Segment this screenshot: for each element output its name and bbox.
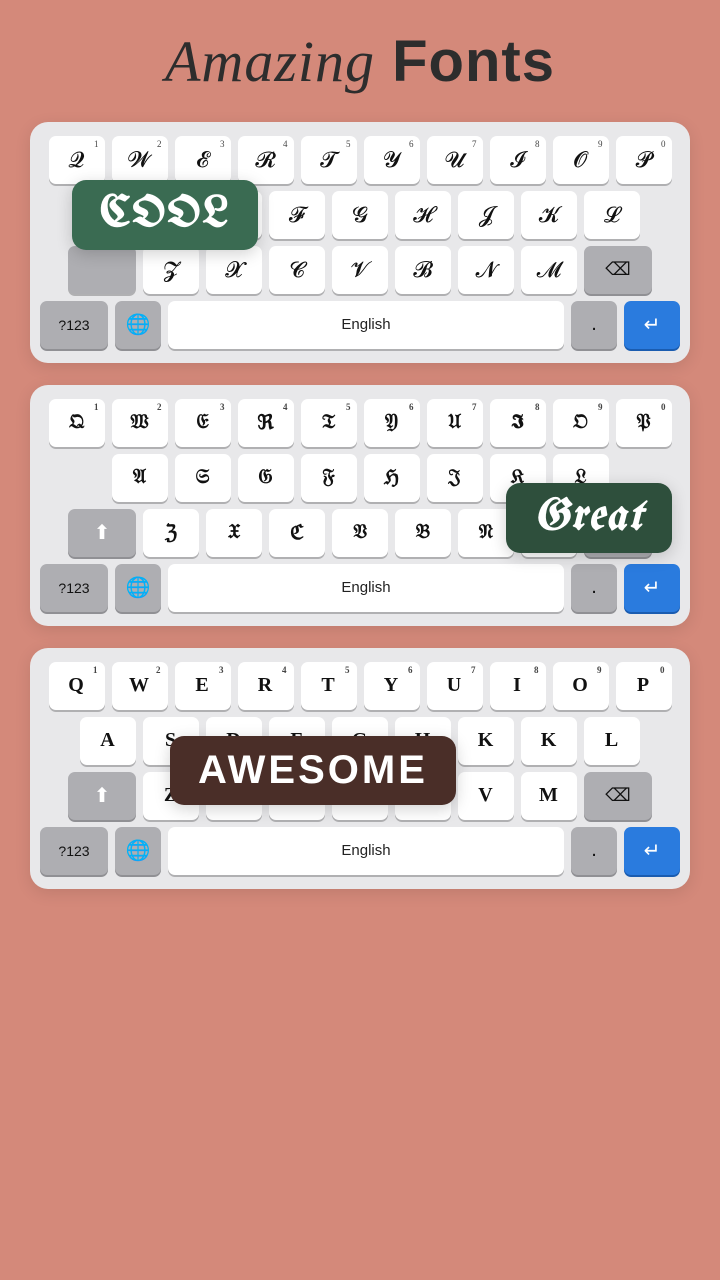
kbd-row-1-k3: 1Q 2W 3E 4R 5T 6Y 7U 8I 9O 0P [40, 662, 680, 710]
key-shift-2[interactable]: ⬆ [68, 509, 136, 557]
key-num-1[interactable]: ?123 [40, 301, 108, 349]
key-j-2[interactable]: 𝔍 [427, 454, 483, 502]
key-a-2[interactable]: 𝔄 [112, 454, 168, 502]
key-w[interactable]: 2𝓦 [112, 136, 168, 184]
badge-awesome: AWESOME [170, 736, 456, 805]
key-i-3[interactable]: 8I [490, 662, 546, 710]
key-k[interactable]: 𝓚 [521, 191, 577, 239]
key-delete-3[interactable]: ⌫ [584, 772, 652, 820]
key-m[interactable]: 𝓜 [521, 246, 577, 294]
key-y[interactable]: 6𝓨 [364, 136, 420, 184]
key-e-2[interactable]: 3𝔈 [175, 399, 231, 447]
key-num-3[interactable]: ?123 [40, 827, 108, 875]
keyboard-card-2: Great 1𝔔 2𝔚 3𝔈 4ℜ 5𝔗 6𝔜 7𝔘 8𝕴 9𝔒 0𝔓 𝔄 𝔖 … [30, 385, 690, 626]
key-space-3[interactable]: English [168, 827, 564, 875]
key-l[interactable]: 𝓛 [584, 191, 640, 239]
key-p-2[interactable]: 0𝔓 [616, 399, 672, 447]
key-t-2[interactable]: 5𝔗 [301, 399, 357, 447]
title-cursive: Amazing [165, 29, 375, 94]
key-q-2[interactable]: 1𝔔 [49, 399, 105, 447]
kbd-bottom-2: ?123 🌐 English . ↵ [40, 564, 680, 612]
key-o[interactable]: 9𝓞 [553, 136, 609, 184]
key-e-3[interactable]: 3E [175, 662, 231, 710]
key-b-2[interactable]: 𝔅 [395, 509, 451, 557]
key-dot-1[interactable]: . [571, 301, 617, 349]
badge-great: Great [506, 483, 672, 553]
keyboard-card-3: AWESOME 1Q 2W 3E 4R 5T 6Y 7U 8I 9O 0P A … [30, 648, 690, 889]
key-n-3[interactable]: V [458, 772, 514, 820]
key-n[interactable]: 𝓝 [458, 246, 514, 294]
key-e[interactable]: 3𝓔 [175, 136, 231, 184]
key-a-3[interactable]: A [80, 717, 136, 765]
key-j[interactable]: 𝓙 [458, 191, 514, 239]
key-globe-1[interactable]: 🌐 [115, 301, 161, 349]
key-delete-1[interactable]: ⌫ [584, 246, 652, 294]
key-r-2[interactable]: 4ℜ [238, 399, 294, 447]
key-p-3[interactable]: 0P [616, 662, 672, 710]
kbd-bottom-3: ?123 🌐 English . ↵ [40, 827, 680, 875]
key-h-2[interactable]: ℌ [364, 454, 420, 502]
key-u-2[interactable]: 7𝔘 [427, 399, 483, 447]
key-enter-1[interactable]: ↵ [624, 301, 680, 349]
key-shift-3[interactable]: ⬆ [68, 772, 136, 820]
key-u[interactable]: 7𝓤 [427, 136, 483, 184]
key-r-3[interactable]: 4R [238, 662, 294, 710]
key-space-1[interactable]: English [168, 301, 564, 349]
key-globe-3[interactable]: 🌐 [115, 827, 161, 875]
key-h[interactable]: 𝓗 [395, 191, 451, 239]
title-bold: Fonts [392, 29, 555, 94]
key-z[interactable]: 𝓩 [143, 246, 199, 294]
key-y-2[interactable]: 6𝔜 [364, 399, 420, 447]
badge-cool: COOL [72, 180, 258, 250]
key-dot-3[interactable]: . [571, 827, 617, 875]
kbd-row-1: 1𝓠 2𝓦 3𝓔 4𝓡 5𝓣 6𝓨 7𝓤 8𝓘 9𝓞 0𝓟 [40, 136, 680, 184]
key-g-2[interactable]: 𝔊 [238, 454, 294, 502]
key-space-2[interactable]: English [168, 564, 564, 612]
key-p[interactable]: 0𝓟 [616, 136, 672, 184]
key-v[interactable]: 𝓥 [332, 246, 388, 294]
key-q-3[interactable]: 1Q [49, 662, 105, 710]
key-i-2[interactable]: 8𝕴 [490, 399, 546, 447]
key-q[interactable]: 1𝓠 [49, 136, 105, 184]
key-s-2[interactable]: 𝔖 [175, 454, 231, 502]
key-c-2[interactable]: ℭ [269, 509, 325, 557]
key-f-2[interactable]: 𝔉 [301, 454, 357, 502]
key-t-3[interactable]: 5T [301, 662, 357, 710]
key-b[interactable]: 𝓑 [395, 246, 451, 294]
key-enter-3[interactable]: ↵ [624, 827, 680, 875]
key-shift-1[interactable] [68, 246, 136, 294]
key-g[interactable]: 𝓖 [332, 191, 388, 239]
key-k-3[interactable]: K [521, 717, 577, 765]
kbd-row-1-k2: 1𝔔 2𝔚 3𝔈 4ℜ 5𝔗 6𝔜 7𝔘 8𝕴 9𝔒 0𝔓 [40, 399, 680, 447]
key-x-2[interactable]: 𝔛 [206, 509, 262, 557]
key-o-3[interactable]: 9O [553, 662, 609, 710]
key-j-3[interactable]: K [458, 717, 514, 765]
key-w-2[interactable]: 2𝔚 [112, 399, 168, 447]
kbd-row-3: 𝓩 𝓧 𝓒 𝓥 𝓑 𝓝 𝓜 ⌫ [40, 246, 680, 294]
key-f[interactable]: 𝓕 [269, 191, 325, 239]
key-o-2[interactable]: 9𝔒 [553, 399, 609, 447]
key-x[interactable]: 𝓧 [206, 246, 262, 294]
key-globe-2[interactable]: 🌐 [115, 564, 161, 612]
key-l-3[interactable]: L [584, 717, 640, 765]
key-y-3[interactable]: 6Y [364, 662, 420, 710]
key-c[interactable]: 𝓒 [269, 246, 325, 294]
key-num-2[interactable]: ?123 [40, 564, 108, 612]
key-i[interactable]: 8𝓘 [490, 136, 546, 184]
key-w-3[interactable]: 2W [112, 662, 168, 710]
kbd-bottom-1: ?123 🌐 English . ↵ [40, 301, 680, 349]
page-title: Amazing Fonts [165, 30, 555, 94]
key-enter-2[interactable]: ↵ [624, 564, 680, 612]
key-z-2[interactable]: ℨ [143, 509, 199, 557]
keyboard-card-1: COOL 1𝓠 2𝓦 3𝓔 4𝓡 5𝓣 6𝓨 7𝓤 8𝓘 9𝓞 0𝓟 𝓐 𝓢 𝓓… [30, 122, 690, 363]
key-r[interactable]: 4𝓡 [238, 136, 294, 184]
key-m-3[interactable]: M [521, 772, 577, 820]
key-t[interactable]: 5𝓣 [301, 136, 357, 184]
key-v-2[interactable]: 𝔙 [332, 509, 388, 557]
key-dot-2[interactable]: . [571, 564, 617, 612]
key-u-3[interactable]: 7U [427, 662, 483, 710]
